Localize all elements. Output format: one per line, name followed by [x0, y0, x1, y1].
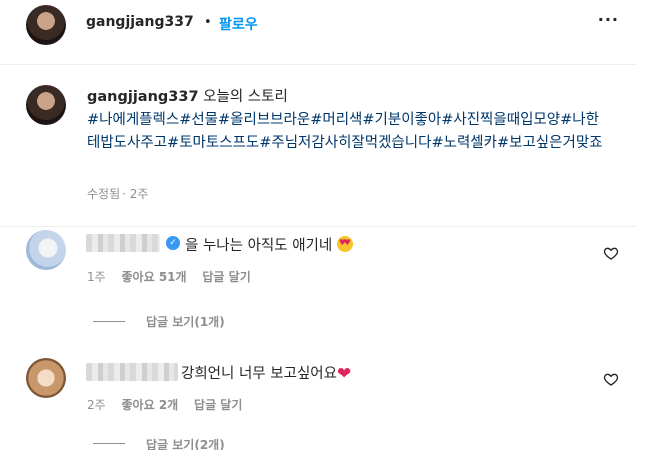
post-header: gangjjang337 • 팔로우 ···	[0, 0, 669, 58]
like-heart-icon[interactable]	[603, 245, 619, 261]
blurred-username[interactable]	[86, 363, 178, 381]
comment-text: 강희언니 너무 보고싶어요❤	[181, 364, 352, 384]
caption-meta: 수정됨 · 2주	[87, 185, 160, 202]
blurred-username[interactable]	[86, 234, 160, 252]
caption-divider	[0, 226, 636, 227]
caption-username[interactable]: gangjjang337	[87, 89, 199, 105]
likes-count[interactable]: 좋아요 2개	[122, 398, 179, 412]
likes-count[interactable]: 좋아요 51개	[122, 270, 187, 284]
separator-dot: •	[204, 15, 212, 30]
caption-age: · 2주	[122, 187, 149, 201]
comment-meta: 2주 좋아요 2개 답글 달기	[87, 396, 254, 413]
author-username[interactable]: gangjjang337	[86, 14, 194, 30]
verified-icon: ✓	[166, 236, 180, 250]
reply-line	[93, 443, 125, 444]
header-divider	[0, 64, 636, 65]
heart-eyes-emoji-icon	[336, 236, 353, 252]
more-options-icon[interactable]: ···	[598, 10, 619, 29]
comment-age: 2주	[87, 398, 106, 412]
caption-title: 오늘의 스토리	[203, 89, 288, 105]
view-replies-button[interactable]: 답글 보기(2개)	[146, 436, 225, 450]
edited-label: 수정됨	[87, 187, 121, 201]
like-heart-icon[interactable]	[603, 371, 619, 387]
comment-meta: 1주 좋아요 51개 답글 달기	[87, 268, 263, 285]
red-heart-emoji-icon: ❤	[336, 364, 352, 384]
comment-avatar[interactable]	[26, 358, 66, 398]
comment-avatar[interactable]	[26, 230, 66, 270]
comment-text: 을 누나는 아직도 애기네	[185, 234, 353, 255]
caption-avatar[interactable]	[26, 85, 66, 125]
caption: gangjjang337 오늘의 스토리 #나에게플렉스#선물#올리브브라운#머…	[87, 86, 607, 155]
view-replies-button[interactable]: 답글 보기(1개)	[146, 313, 225, 330]
reply-line	[93, 321, 125, 322]
reply-button[interactable]: 답글 달기	[202, 270, 250, 284]
reply-button[interactable]: 답글 달기	[194, 398, 242, 412]
caption-hashtags[interactable]: #나에게플렉스#선물#올리브브라운#머리색#기분이좋아#사진찍을때입모양#나한테…	[87, 112, 603, 151]
follow-button[interactable]: 팔로우	[219, 14, 258, 34]
comment-age: 1주	[87, 270, 106, 284]
author-avatar[interactable]	[26, 5, 66, 45]
